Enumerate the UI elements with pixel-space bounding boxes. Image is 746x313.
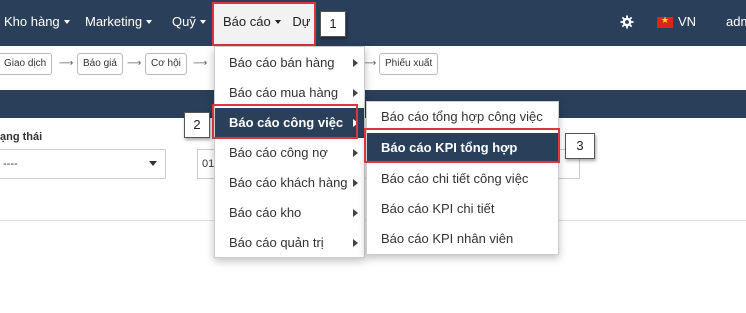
breadcrumb-step-quote[interactable]: Báo giá [77, 53, 123, 75]
breadcrumb-step-transaction[interactable]: Giao dịch [0, 53, 53, 75]
language-selector[interactable]: VN [678, 14, 696, 30]
page: { "navbar": { "items": [ {"label": "Kho … [0, 0, 746, 313]
nav-report-menu[interactable]: Báo cáo Dự [223, 14, 310, 29]
nav-next-label: Dự [292, 14, 311, 29]
caret-down-icon [274, 20, 281, 24]
caret-down-icon [146, 20, 153, 24]
chevron-right-icon [353, 89, 358, 97]
submenu-item-work-detail[interactable]: Báo cáo chi tiết công việc [367, 164, 558, 194]
nav-fund-label: Quỹ [172, 14, 196, 29]
callout-badge-3: 3 [565, 133, 595, 159]
status-filter-select[interactable]: ---- [0, 149, 166, 179]
menu-item-label: Báo cáo quản trị [229, 235, 324, 250]
submenu-item-kpi-detail[interactable]: Báo cáo KPI chi tiết [367, 194, 558, 224]
work-report-highlight [212, 104, 358, 139]
menu-item-label: Báo cáo bán hàng [229, 55, 335, 70]
menu-item-label: Báo cáo khách hàng [229, 175, 348, 190]
breadcrumb-step-delivery-note[interactable]: Phiếu xuất [379, 53, 439, 75]
arrow-right-icon: ⟶ [59, 58, 74, 69]
arrow-right-icon: ⟶ [127, 58, 142, 69]
menu-item-management-report[interactable]: Báo cáo quản trị [215, 228, 364, 258]
status-filter-value: ---- [3, 158, 18, 170]
user-menu[interactable]: adm [726, 14, 746, 30]
chevron-right-icon [353, 209, 358, 217]
work-report-submenu: Báo cáo tổng hợp công việc Báo cáo KPI t… [366, 101, 559, 255]
date-filter-value: 01 [202, 158, 215, 170]
menu-item-debt-report[interactable]: Báo cáo công nợ [215, 138, 364, 168]
arrow-right-icon: ⟶ [193, 58, 208, 69]
nav-fund-menu[interactable]: Quỹ [172, 14, 206, 30]
chevron-right-icon [353, 149, 358, 157]
menu-item-customer-report[interactable]: Báo cáo khách hàng [215, 168, 364, 198]
nav-report-label: Báo cáo [223, 14, 271, 29]
menu-item-label: Báo cáo kho [229, 205, 302, 220]
top-navbar: Kho hàng Marketing Quỹ Báo cáo Dự VN adm [0, 0, 746, 46]
gear-icon[interactable] [620, 15, 634, 29]
menu-item-label: Báo cáo mua hàng [229, 85, 339, 100]
caret-down-icon [149, 161, 157, 166]
chevron-right-icon [353, 59, 358, 67]
report-dropdown-menu: Báo cáo bán hàng Báo cáo mua hàng Báo cá… [214, 46, 365, 258]
vietnam-flag-icon [657, 15, 673, 28]
nav-warehouse-menu[interactable]: Kho hàng [4, 14, 70, 30]
menu-item-label: Báo cáo công nợ [229, 145, 328, 160]
nav-marketing-menu[interactable]: Marketing [85, 14, 153, 30]
callout-badge-1: 1 [320, 11, 346, 37]
kpi-summary-highlight [364, 128, 560, 163]
submenu-item-kpi-employee[interactable]: Báo cáo KPI nhân viên [367, 224, 558, 254]
caret-down-icon [199, 20, 206, 24]
caret-down-icon [63, 20, 70, 24]
chevron-right-icon [353, 239, 358, 247]
menu-item-sales-report[interactable]: Báo cáo bán hàng [215, 48, 364, 78]
nav-marketing-label: Marketing [85, 14, 143, 29]
nav-warehouse-label: Kho hàng [4, 14, 60, 29]
menu-item-warehouse-report[interactable]: Báo cáo kho [215, 198, 364, 228]
status-filter-label: ạng thái [0, 131, 43, 143]
breadcrumb-step-opportunity[interactable]: Cơ hội [145, 53, 187, 75]
chevron-right-icon [353, 179, 358, 187]
callout-badge-2: 2 [184, 112, 210, 138]
